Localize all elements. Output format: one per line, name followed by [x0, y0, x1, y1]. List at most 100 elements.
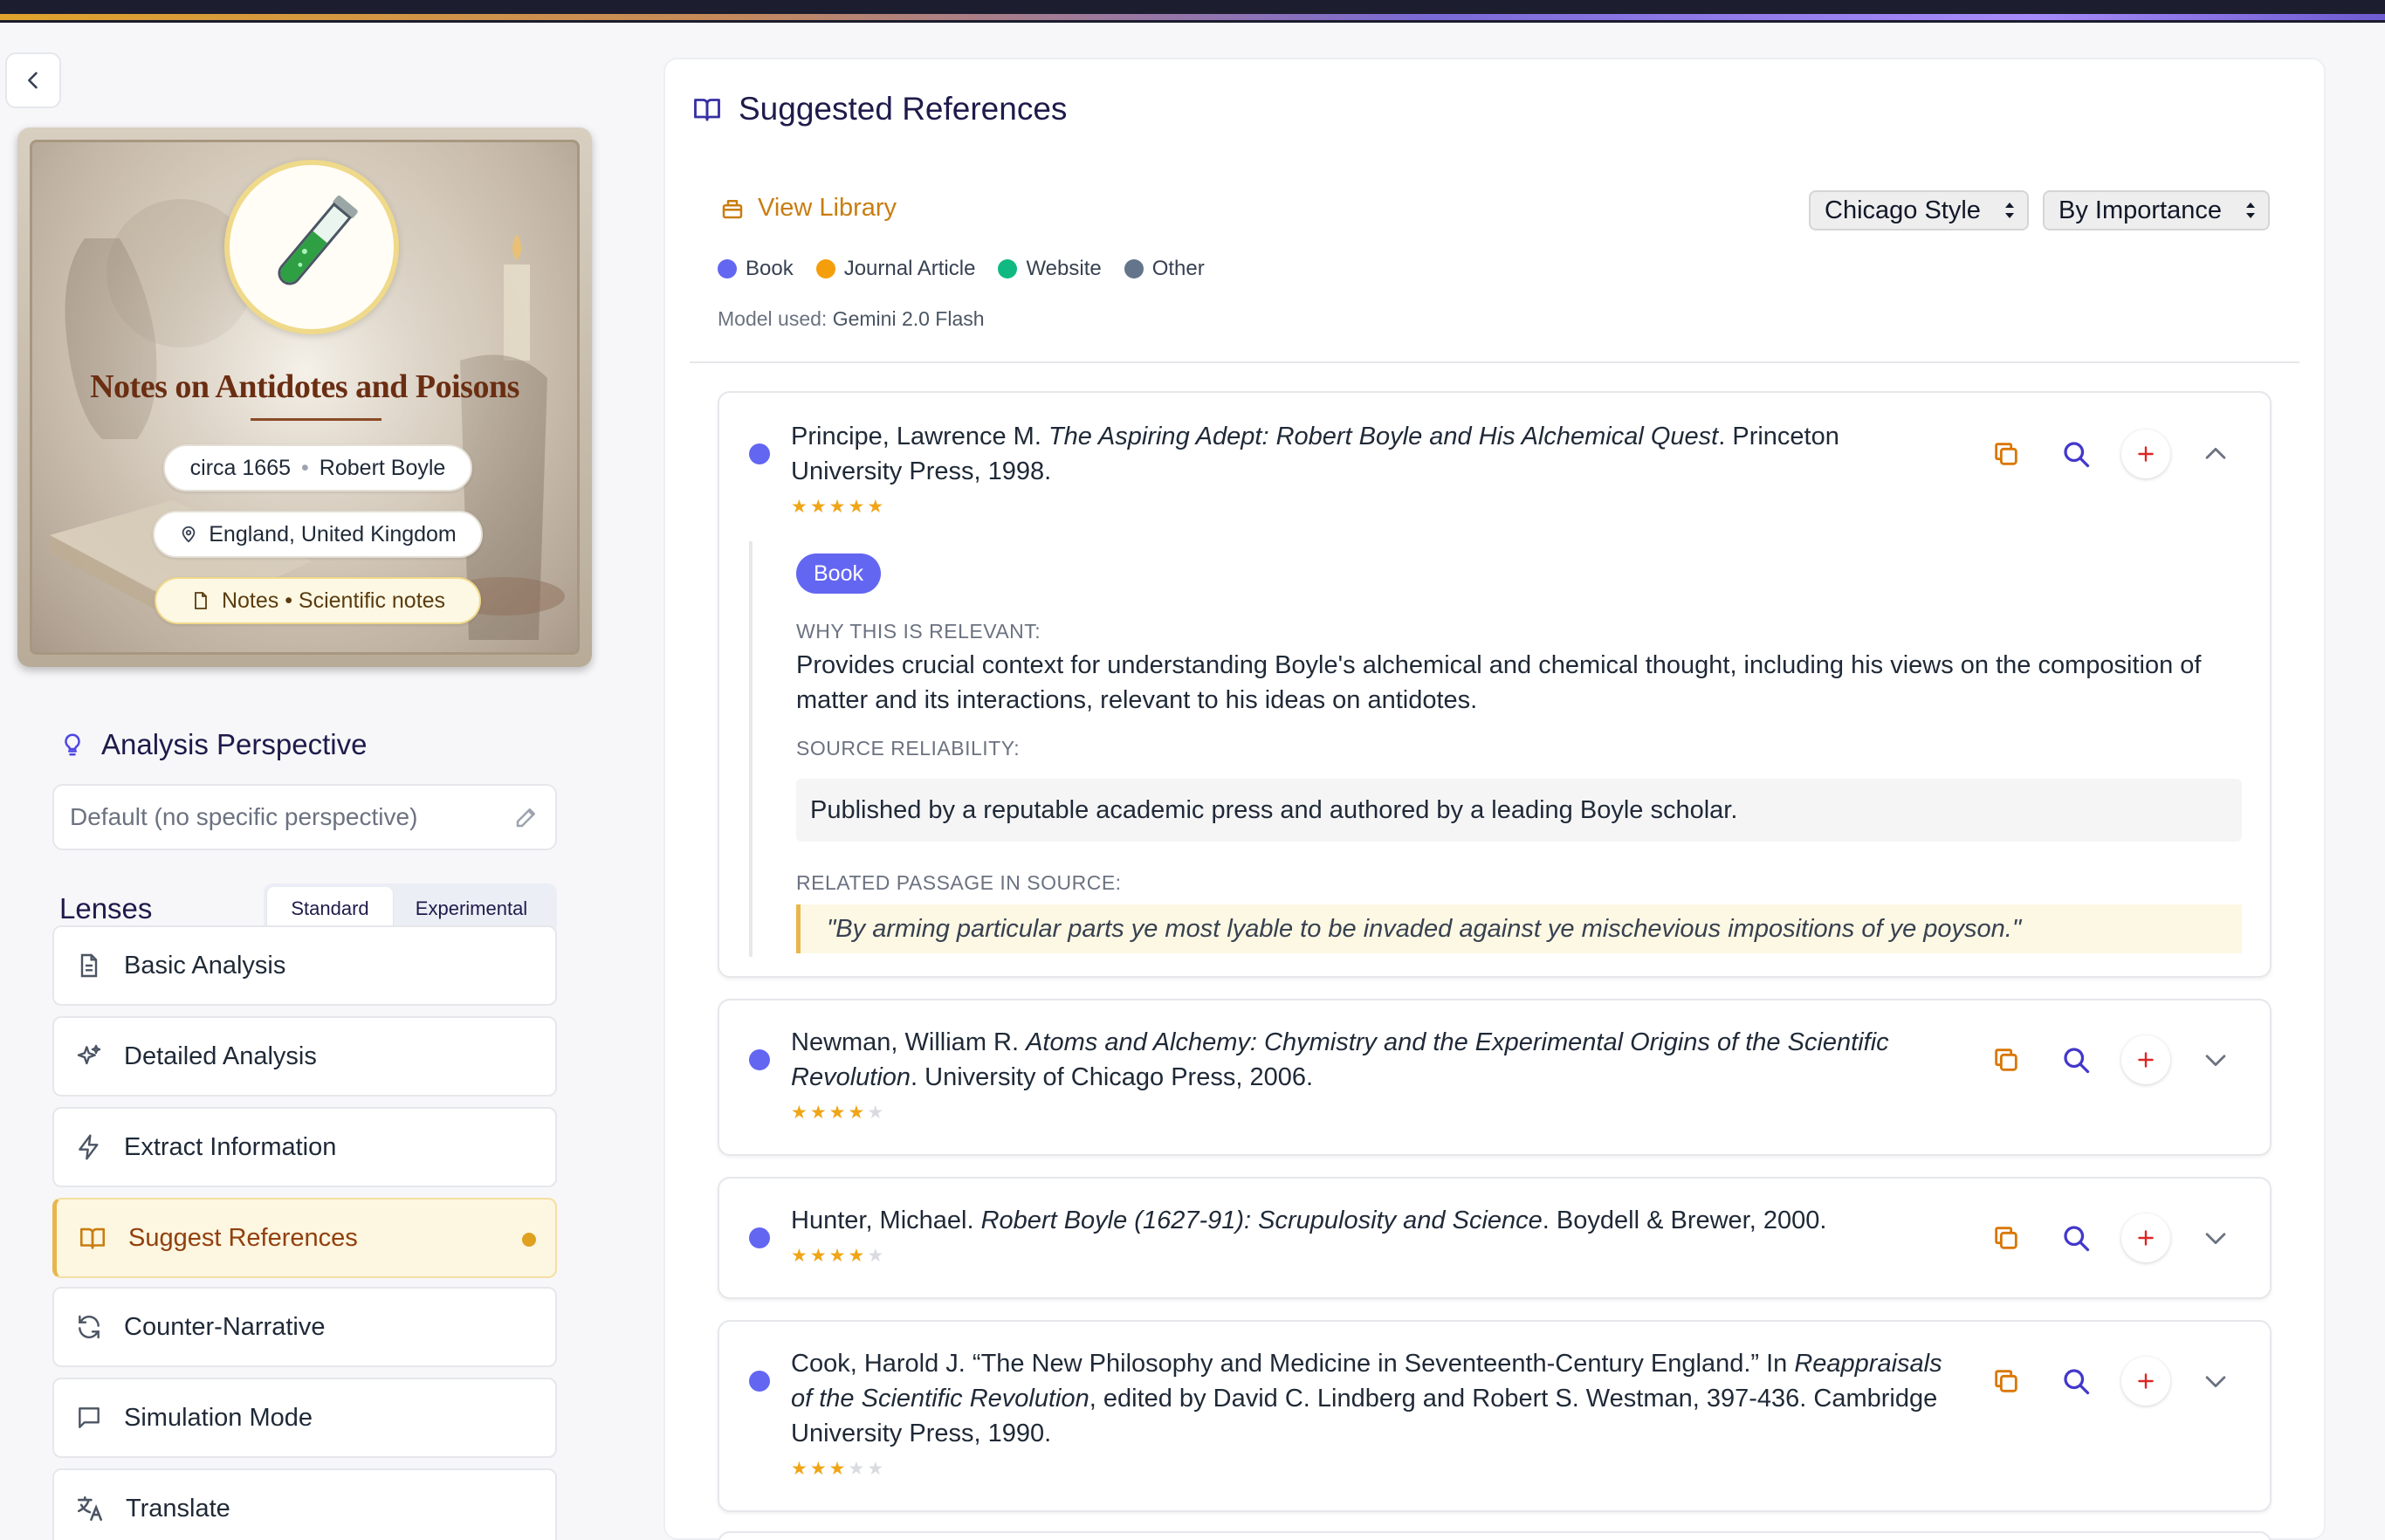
- model-used-label: Model used:: [718, 307, 828, 330]
- document-type: Notes • Scientific notes: [221, 588, 446, 613]
- add-to-library-button[interactable]: [2121, 430, 2170, 478]
- document-card-image: Notes on Antidotes and Poisons circa 166…: [30, 140, 580, 655]
- lens-label: Translate: [126, 1494, 230, 1523]
- citation-title: The Aspiring Adept: Robert Boyle and His…: [1048, 423, 1719, 450]
- reference-card: Cook, Harold J. “The New Philosophy and …: [718, 1320, 2272, 1512]
- search-button[interactable]: [2052, 1035, 2100, 1084]
- reference-actions: [1982, 1035, 2240, 1084]
- document-icon: [80, 953, 98, 978]
- star-empty-icon: ★: [867, 1103, 887, 1123]
- search-button[interactable]: [2052, 430, 2100, 478]
- separator-dot: •: [301, 455, 309, 480]
- chevron-down-icon: [2205, 1233, 2226, 1245]
- lens-counter-narrative[interactable]: Counter-Narrative: [52, 1287, 557, 1367]
- citation-author: Cook, Harold J. “The New Philosophy and …: [791, 1350, 1795, 1378]
- citation-author: Newman, William R.: [791, 1028, 1027, 1056]
- search-icon: [2064, 1369, 2090, 1395]
- reference-type-dot: [749, 1227, 770, 1248]
- date-author-pill: circa 1665 • Robert Boyle: [163, 444, 472, 492]
- edit-pencil-icon[interactable]: [513, 804, 540, 830]
- view-library-link[interactable]: View Library: [719, 194, 897, 223]
- expand-button[interactable]: [2191, 1035, 2240, 1084]
- header-divider: [690, 361, 2299, 363]
- add-to-library-button[interactable]: [2121, 1213, 2170, 1262]
- perspective-input[interactable]: Default (no specific perspective): [52, 784, 557, 850]
- search-button[interactable]: [2052, 1213, 2100, 1262]
- plus-icon: [2138, 1230, 2154, 1246]
- type-legend: Book Journal Article Website Other: [718, 257, 1205, 281]
- map-pin-icon: [182, 526, 196, 543]
- back-button[interactable]: [5, 52, 61, 108]
- toggle-standard[interactable]: Standard: [267, 887, 393, 931]
- relevance-text: Provides crucial context for understandi…: [796, 651, 2202, 714]
- citation-style-value: Chicago Style: [1825, 196, 1981, 224]
- copy-button[interactable]: [1982, 1035, 2031, 1084]
- document-author: Robert Boyle: [319, 455, 446, 480]
- library-icon: [722, 199, 743, 218]
- star-filled-icon: ★: [828, 1246, 849, 1266]
- reference-citation: Cook, Harold J. “The New Philosophy and …: [791, 1346, 1943, 1451]
- legend-dot: [998, 259, 1018, 278]
- reference-details: Book WHY THIS IS RELEVANT: Provides cruc…: [749, 541, 2242, 957]
- lens-translate[interactable]: Translate: [52, 1468, 557, 1540]
- related-passage-quote: "By arming particular parts ye most lyab…: [796, 904, 2242, 953]
- star-filled-icon: ★: [791, 1103, 810, 1123]
- star-empty-icon: ★: [867, 1459, 887, 1479]
- test-tube-icon: [224, 160, 399, 334]
- star-filled-icon: ★: [848, 1103, 868, 1123]
- citation-style-select[interactable]: Chicago Style: [1809, 190, 2029, 230]
- legend-label: Website: [1026, 257, 1102, 280]
- lens-extract-information[interactable]: Extract Information: [52, 1107, 557, 1187]
- lens-basic-analysis[interactable]: Basic Analysis: [52, 925, 557, 1006]
- legend-journal-article: Journal Article: [815, 257, 975, 281]
- lens-label: Basic Analysis: [124, 951, 286, 980]
- lightbulb-icon: [65, 733, 80, 756]
- star-filled-icon: ★: [791, 1459, 810, 1479]
- lens-simulation-mode[interactable]: Simulation Mode: [52, 1378, 557, 1458]
- plus-icon: [2138, 446, 2154, 462]
- search-button[interactable]: [2052, 1357, 2100, 1406]
- location-pill: England, United Kingdom: [153, 511, 483, 558]
- add-to-library-button[interactable]: [2121, 1035, 2170, 1084]
- lens-suggest-references[interactable]: Suggest References: [52, 1198, 557, 1278]
- citation-title: Robert Boyle (1627-91): Scrupulosity and…: [980, 1207, 1543, 1234]
- reference-actions: [1982, 430, 2240, 478]
- panel-title: Suggested References: [739, 91, 1068, 127]
- citation-author: Hunter, Michael.: [791, 1207, 981, 1234]
- reference-card: [718, 1531, 2272, 1540]
- related-passage-label: RELATED PASSAGE IN SOURCE:: [796, 871, 1122, 894]
- lens-label: Detailed Analysis: [124, 1042, 317, 1070]
- book-icon: [79, 1227, 106, 1249]
- copy-button[interactable]: [1982, 1357, 2031, 1406]
- search-icon: [2064, 1048, 2090, 1074]
- citation-publisher: . Boydell & Brewer, 2000.: [1542, 1207, 1827, 1234]
- legend-label: Other: [1151, 257, 1205, 280]
- add-to-library-button[interactable]: [2121, 1357, 2170, 1406]
- expand-button[interactable]: [2191, 1213, 2240, 1262]
- copy-button[interactable]: [1982, 1213, 2031, 1262]
- expand-button[interactable]: [2191, 1357, 2240, 1406]
- copy-button[interactable]: [1982, 430, 2031, 478]
- lens-detailed-analysis[interactable]: Detailed Analysis: [52, 1016, 557, 1097]
- star-filled-icon: ★: [828, 1459, 849, 1479]
- citation-publisher: . University of Chicago Press, 2006.: [911, 1063, 1314, 1091]
- collapse-button[interactable]: [2191, 430, 2240, 478]
- rating-stars: ★★★★★: [791, 496, 886, 518]
- star-filled-icon: ★: [791, 1246, 810, 1266]
- translate-icon: [77, 1495, 103, 1522]
- panel-heading: Suggested References: [691, 91, 1067, 127]
- legend-book: Book: [718, 257, 794, 281]
- sort-select[interactable]: By Importance: [2043, 190, 2270, 230]
- copy-icon: [1995, 1370, 2017, 1392]
- document-card: Notes on Antidotes and Poisons circa 166…: [17, 127, 592, 667]
- lenses-heading: Lenses: [59, 892, 153, 925]
- relevance-label: WHY THIS IS RELEVANT:: [796, 620, 1041, 643]
- lens-label: Simulation Mode: [124, 1403, 313, 1432]
- chevron-up-icon: [2205, 447, 2226, 459]
- copy-icon: [1995, 1048, 2017, 1071]
- chevron-left-icon: [28, 72, 38, 89]
- toggle-experimental[interactable]: Experimental: [393, 887, 550, 931]
- reference-card: Hunter, Michael. Robert Boyle (1627-91):…: [718, 1177, 2272, 1299]
- star-filled-icon: ★: [809, 1103, 829, 1123]
- plus-icon: [2138, 1373, 2154, 1389]
